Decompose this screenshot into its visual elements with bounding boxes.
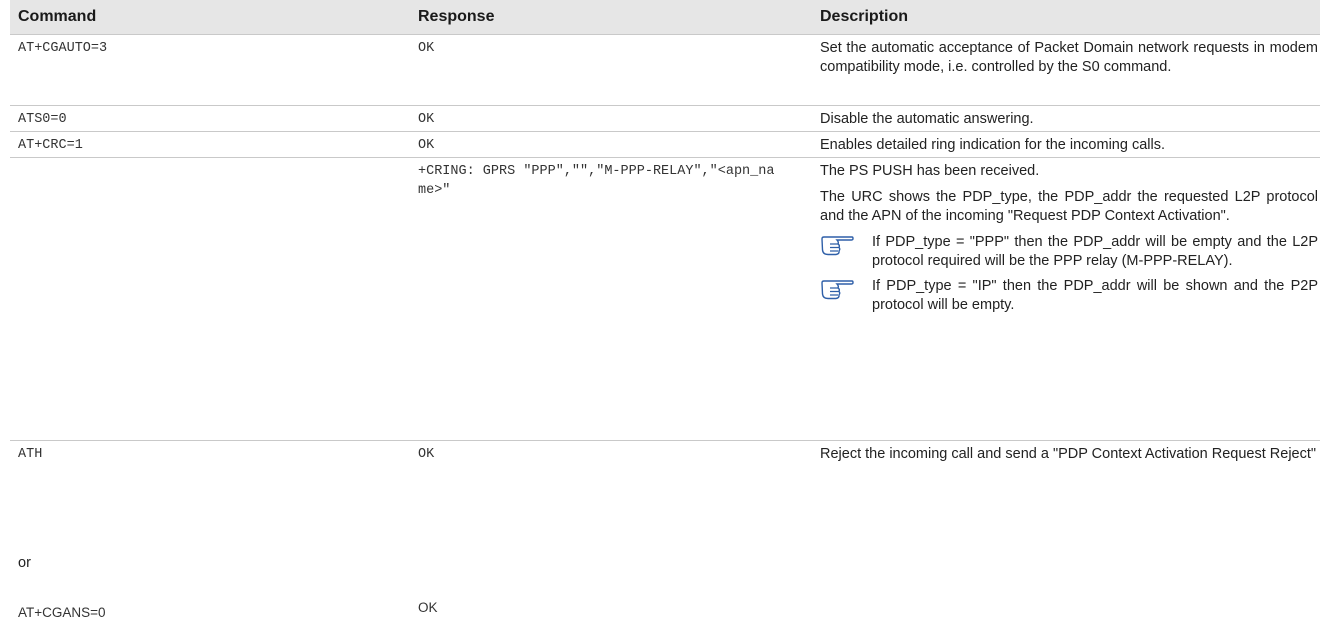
table-row: AT+CRC=1 OK Enables detailed ring indica…: [10, 132, 1320, 158]
pointing-hand-icon: [820, 277, 872, 315]
table-row: +CRING: GPRS "PPP","","M-PPP-RELAY","<ap…: [10, 158, 1320, 441]
or-label: or: [18, 555, 31, 571]
description-paragraph: The PS PUSH has been received.: [820, 163, 1040, 179]
response-cell: OK: [418, 112, 435, 127]
pointing-hand-icon: [820, 233, 872, 271]
description-cell: Enables detailed ring indication for the…: [820, 137, 1165, 153]
description-cell: Set the automatic acceptance of Packet D…: [820, 40, 1318, 75]
header-command: Command: [18, 8, 97, 25]
note-text: If PDP_type = "PPP" then the PDP_addr wi…: [872, 234, 1318, 269]
command-table: Command Response Description AT+CGAUTO=3…: [10, 0, 1320, 464]
table-header: Command Response Description: [10, 0, 1320, 35]
command-cell: AT+CRC=1: [18, 138, 83, 153]
table-row: ATS0=0 OK Disable the automatic answerin…: [10, 106, 1320, 132]
table-row: ATH OK Reject the incoming call and send…: [10, 441, 1320, 464]
command-cell: AT+CGANS=0: [18, 605, 106, 620]
table-row: AT+CGAUTO=3 OK Set the automatic accepta…: [10, 35, 1320, 106]
response-cell: +CRING: GPRS "PPP","","M-PPP-RELAY","<ap…: [418, 164, 775, 198]
description-cell: Disable the automatic answering.: [820, 111, 1034, 127]
command-cell: ATS0=0: [18, 112, 67, 127]
command-cell: [10, 158, 418, 440]
note-item: If PDP_type = "PPP" then the PDP_addr wi…: [820, 233, 1318, 271]
note-item: If PDP_type = "IP" then the PDP_addr wil…: [820, 277, 1318, 315]
response-cell: OK: [418, 41, 435, 56]
response-cell: OK: [418, 138, 435, 153]
description-paragraph: The URC shows the PDP_type, the PDP_addr…: [820, 189, 1318, 224]
header-response: Response: [418, 8, 495, 25]
command-cell: AT+CGAUTO=3: [18, 41, 108, 56]
header-description: Description: [820, 8, 909, 25]
description-cell: Reject the incoming call and send a "PDP…: [820, 446, 1317, 462]
note-text: If PDP_type = "IP" then the PDP_addr wil…: [872, 278, 1318, 313]
response-cell: OK: [418, 447, 435, 462]
response-cell: OK: [418, 600, 438, 615]
description-cell: The PS PUSH has been received. The URC s…: [818, 158, 1320, 440]
command-cell: ATH: [18, 447, 43, 462]
